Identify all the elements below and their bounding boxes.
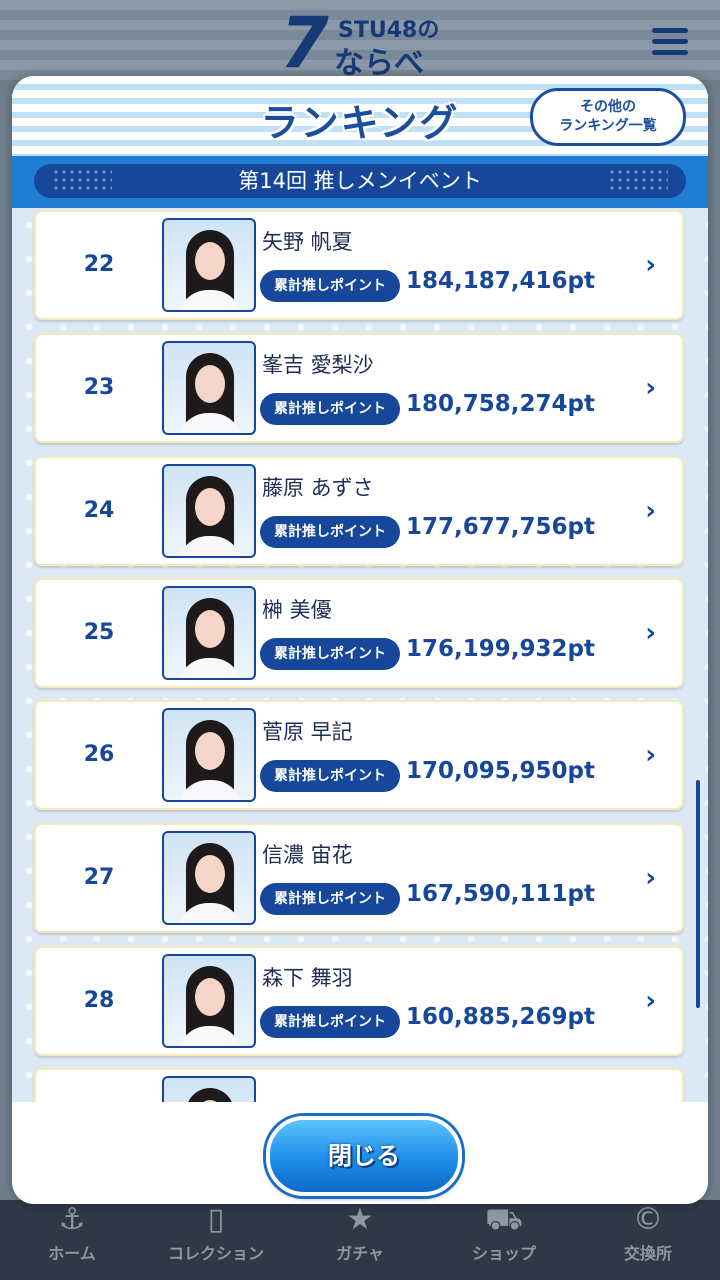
- points-value: 177,677,756pt: [406, 514, 595, 540]
- rank-number: 25: [83, 620, 115, 645]
- other-rankings-line2: ランキング一覧: [559, 118, 657, 134]
- nav-home[interactable]: ⚓ ホーム: [0, 1196, 144, 1280]
- nav-exchange[interactable]: © 交換所: [576, 1196, 720, 1280]
- ranking-row[interactable]: 25 榊 美優 累計推しポイント 176,199,932pt ›: [34, 578, 684, 688]
- nav-collection[interactable]: ▯ コレクション: [144, 1196, 288, 1280]
- other-rankings-button[interactable]: その他の ランキング一覧: [530, 88, 686, 146]
- rank-number: 26: [83, 742, 115, 767]
- ranking-row-partial[interactable]: [34, 1068, 684, 1102]
- points-badge: 累計推しポイント: [260, 270, 400, 302]
- scrollbar[interactable]: [696, 780, 700, 1008]
- nav-collection-label: コレクション: [167, 1244, 264, 1263]
- member-photo: [162, 708, 256, 802]
- points-value: 184,187,416pt: [406, 268, 595, 294]
- rank-number: 24: [83, 498, 115, 523]
- member-name: 森下 舞羽: [262, 966, 353, 990]
- points-badge: 累計推しポイント: [260, 393, 400, 425]
- gacha-icon: ★: [346, 1202, 374, 1237]
- ranking-row[interactable]: 23 峯吉 愛梨沙 累計推しポイント 180,758,274pt ›: [34, 333, 684, 443]
- member-name: 菅原 早記: [262, 720, 353, 744]
- chevron-right-icon[interactable]: ›: [645, 250, 656, 280]
- ranking-row[interactable]: 28 森下 舞羽 累計推しポイント 160,885,269pt ›: [34, 946, 684, 1056]
- chevron-right-icon[interactable]: ›: [645, 740, 656, 770]
- ranking-list[interactable]: 22 矢野 帆夏 累計推しポイント 184,187,416pt › 23 峯吉 …: [12, 208, 708, 1102]
- exchange-icon: ©: [633, 1202, 663, 1237]
- nav-gacha-label: ガチャ: [336, 1244, 384, 1263]
- ranking-modal: ランキング その他の ランキング一覧 第14回 推しメンイベント 22 矢野 帆…: [12, 76, 708, 1204]
- rank-number: 23: [83, 375, 115, 400]
- chevron-right-icon[interactable]: ›: [645, 986, 656, 1016]
- nav-home-label: ホーム: [48, 1244, 96, 1263]
- ranking-row[interactable]: 26 菅原 早記 累計推しポイント 170,095,950pt ›: [34, 700, 684, 810]
- points-value: 176,199,932pt: [406, 636, 595, 662]
- member-photo: [162, 1076, 256, 1102]
- cards-icon: ▯: [207, 1202, 225, 1237]
- member-name: 榊 美優: [262, 598, 332, 622]
- member-photo: [162, 341, 256, 435]
- member-photo: [162, 831, 256, 925]
- chevron-right-icon[interactable]: ›: [645, 618, 656, 648]
- logo-seven: 7: [280, 2, 329, 84]
- points-value: 160,885,269pt: [406, 1004, 595, 1030]
- other-rankings-line1: その他の: [580, 99, 636, 115]
- nav-shop-label: ショップ: [471, 1244, 536, 1263]
- points-badge: 累計推しポイント: [260, 760, 400, 792]
- modal-footer: 閉じる: [12, 1102, 708, 1204]
- member-photo: [162, 586, 256, 680]
- points-badge: 累計推しポイント: [260, 638, 400, 670]
- rank-number: 27: [83, 865, 115, 890]
- chevron-right-icon[interactable]: ›: [645, 496, 656, 526]
- app-logo: 7 STU48の ならべ: [280, 2, 440, 84]
- points-badge: 累計推しポイント: [260, 1006, 400, 1038]
- nav-gacha[interactable]: ★ ガチャ: [288, 1196, 432, 1280]
- member-photo: [162, 218, 256, 312]
- member-name: 峯吉 愛梨沙: [262, 353, 374, 377]
- cart-icon: ⛟: [485, 1202, 523, 1237]
- member-name: 藤原 あずさ: [262, 476, 374, 500]
- points-value: 167,590,111pt: [406, 881, 595, 907]
- ranking-row[interactable]: 22 矢野 帆夏 累計推しポイント 184,187,416pt ›: [34, 210, 684, 320]
- hamburger-menu-icon[interactable]: [652, 28, 688, 56]
- points-value: 170,095,950pt: [406, 758, 595, 784]
- nav-shop[interactable]: ⛟ ショップ: [432, 1196, 576, 1280]
- member-name: 矢野 帆夏: [262, 230, 353, 254]
- nav-exchange-label: 交換所: [623, 1244, 672, 1263]
- ranking-row[interactable]: 27 信濃 宙花 累計推しポイント 167,590,111pt ›: [34, 823, 684, 933]
- rank-number: 22: [83, 252, 115, 277]
- member-photo: [162, 954, 256, 1048]
- points-value: 180,758,274pt: [406, 391, 595, 417]
- rank-number: 28: [83, 988, 115, 1013]
- anchor-icon: ⚓: [58, 1202, 86, 1237]
- member-photo: [162, 464, 256, 558]
- points-badge: 累計推しポイント: [260, 883, 400, 915]
- ranking-row[interactable]: 24 藤原 あずさ 累計推しポイント 177,677,756pt ›: [34, 456, 684, 566]
- event-band: 第14回 推しメンイベント: [12, 156, 708, 208]
- chevron-right-icon[interactable]: ›: [645, 863, 656, 893]
- close-button[interactable]: 閉じる: [266, 1116, 462, 1196]
- chevron-right-icon[interactable]: ›: [645, 373, 656, 403]
- member-name: 信濃 宙花: [262, 843, 353, 867]
- event-title: 第14回 推しメンイベント: [34, 164, 686, 198]
- points-badge: 累計推しポイント: [260, 516, 400, 548]
